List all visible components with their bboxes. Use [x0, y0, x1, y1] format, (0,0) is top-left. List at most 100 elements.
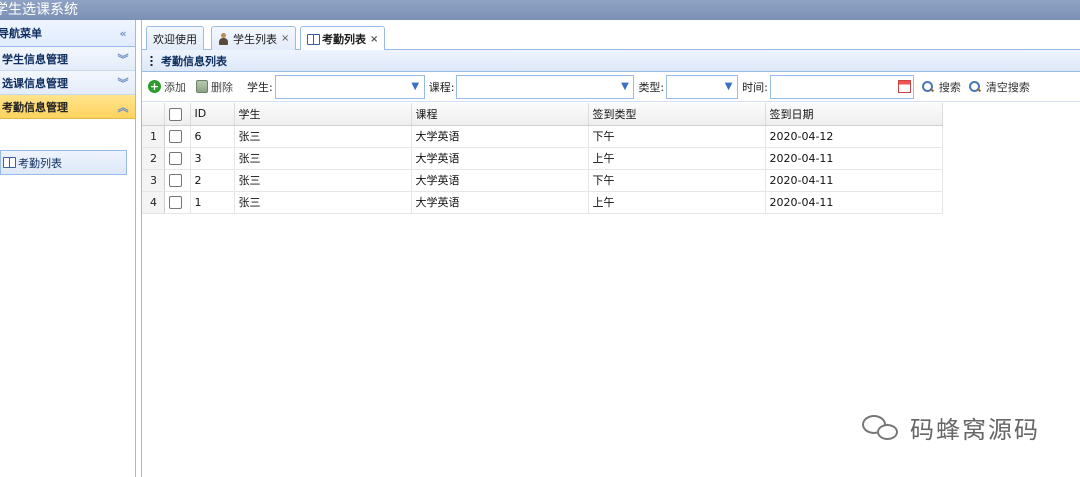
cell-student: 张三 — [234, 125, 412, 148]
row-checkbox[interactable] — [168, 195, 182, 209]
app-title-bar: 学生选课系统 — [0, 0, 1080, 20]
tab-student-list[interactable]: 学生列表 × — [211, 26, 297, 50]
column-header-course[interactable]: 课程 — [411, 103, 589, 126]
tab-attendance-list[interactable]: 考勤列表 × — [300, 26, 386, 51]
sidebar-section-course-selection[interactable]: 选课信息管理 ︾ — [0, 71, 135, 95]
vertical-dots-icon — [150, 55, 153, 66]
select-all-checkbox[interactable] — [168, 107, 182, 121]
delete-button-label: 删除 — [211, 80, 233, 94]
course-filter-label: 课程: — [428, 80, 455, 94]
table-row[interactable]: 2 3 张三 大学英语 上午 2020-04-11 — [142, 147, 943, 170]
column-header-student[interactable]: 学生 — [234, 103, 412, 126]
sidebar-section-label: 学生信息管理 — [2, 52, 68, 66]
watermark: 码蜂窝源码 — [862, 410, 1040, 445]
cell-student: 张三 — [234, 169, 412, 192]
row-checkbox-cell — [164, 169, 191, 192]
main-area: 欢迎使用 学生列表 × 考勤列表 × 考勤信息列表 + 添加 删除 学生: ▼ … — [141, 20, 1080, 477]
chevron-down-icon[interactable]: ▼ — [407, 76, 424, 98]
wechat-icon — [862, 413, 902, 443]
cell-course: 大学英语 — [411, 147, 589, 170]
close-icon[interactable]: × — [370, 34, 378, 45]
cell-student: 张三 — [234, 191, 412, 214]
student-filter-label: 学生: — [247, 80, 273, 94]
calendar-icon[interactable] — [897, 79, 911, 93]
double-chevron-down-icon: ︾ — [117, 52, 129, 66]
chevron-down-icon[interactable]: ▼ — [616, 76, 633, 98]
watermark-text: 码蜂窝源码 — [910, 416, 1040, 444]
row-checkbox[interactable] — [168, 173, 182, 187]
column-header-date[interactable]: 签到日期 — [765, 103, 943, 126]
attendance-table: ID 学生 课程 签到类型 签到日期 1 6 张三 大学英语 下午 2020-0… — [142, 103, 943, 214]
row-number: 1 — [142, 125, 165, 148]
cell-id: 2 — [190, 169, 235, 192]
student-select[interactable]: ▼ — [274, 74, 425, 99]
column-header-type[interactable]: 签到类型 — [588, 103, 766, 126]
table-row[interactable]: 1 6 张三 大学英语 下午 2020-04-12 — [142, 125, 943, 148]
row-checkbox[interactable] — [168, 129, 182, 143]
cell-date: 2020-04-11 — [765, 191, 943, 214]
row-number: 2 — [142, 147, 165, 170]
add-button-label: 添加 — [164, 80, 186, 94]
sidebar-header-label: 导航菜单 — [0, 27, 42, 40]
time-filter-label: 时间: — [742, 80, 768, 94]
course-select[interactable]: ▼ — [456, 74, 635, 99]
cell-date: 2020-04-11 — [765, 169, 943, 192]
double-chevron-up-icon: ︽ — [117, 100, 129, 114]
student-icon — [218, 32, 229, 45]
delete-button[interactable]: 删除 — [196, 79, 233, 95]
sidebar-header: 导航菜单 « — [0, 20, 135, 47]
panel-title: 考勤信息列表 — [161, 54, 227, 68]
chevron-down-icon[interactable]: ▼ — [720, 76, 737, 98]
cell-course: 大学英语 — [411, 125, 589, 148]
cell-id: 6 — [190, 125, 235, 148]
add-icon: + — [148, 80, 161, 93]
cell-type: 上午 — [588, 191, 766, 214]
clear-search-button[interactable]: 清空搜索 — [968, 79, 1030, 95]
cell-id: 1 — [190, 191, 235, 214]
sidebar-item-label: 考勤列表 — [18, 156, 62, 170]
search-button[interactable]: 搜索 — [921, 79, 961, 95]
cell-student: 张三 — [234, 147, 412, 170]
book-icon — [3, 157, 16, 168]
row-number-header — [142, 103, 165, 126]
delete-icon — [196, 80, 208, 93]
row-checkbox-cell — [164, 125, 191, 148]
panel-title-bar: 考勤信息列表 — [142, 50, 1080, 72]
toolbar: + 添加 删除 学生: ▼ 课程: ▼ 类型: ▼ 时间: 搜索 清空搜索 — [142, 72, 1080, 102]
search-button-label: 搜索 — [938, 80, 961, 94]
search-icon — [968, 80, 981, 93]
time-date-input[interactable] — [769, 74, 914, 99]
sidebar-section-attendance[interactable]: 考勤信息管理 ︽ — [0, 95, 135, 119]
sidebar-item-attendance-list[interactable]: 考勤列表 — [0, 150, 127, 175]
double-chevron-down-icon: ︾ — [117, 76, 129, 90]
row-number: 4 — [142, 191, 165, 214]
sidebar-section-student[interactable]: 学生信息管理 ︾ — [0, 47, 135, 71]
add-button[interactable]: + 添加 — [148, 79, 186, 95]
cell-course: 大学英语 — [411, 169, 589, 192]
cell-type: 上午 — [588, 147, 766, 170]
cell-course: 大学英语 — [411, 191, 589, 214]
sidebar: 导航菜单 « 学生信息管理 ︾ 选课信息管理 ︾ 考勤信息管理 ︽ 考勤列表 — [0, 20, 136, 477]
table-row[interactable]: 4 1 张三 大学英语 上午 2020-04-11 — [142, 191, 943, 214]
clear-search-button-label: 清空搜索 — [985, 80, 1030, 94]
type-filter-label: 类型: — [638, 80, 665, 94]
app-title: 学生选课系统 — [0, 2, 78, 18]
table-row[interactable]: 3 2 张三 大学英语 下午 2020-04-11 — [142, 169, 943, 192]
table-header-row: ID 学生 课程 签到类型 签到日期 — [142, 103, 943, 126]
sidebar-section-label: 选课信息管理 — [2, 76, 68, 90]
row-checkbox[interactable] — [168, 151, 182, 165]
close-icon[interactable]: × — [281, 33, 289, 44]
tab-bar: 欢迎使用 学生列表 × 考勤列表 × — [142, 24, 1080, 51]
search-icon — [921, 80, 934, 93]
select-all-cell — [164, 103, 191, 126]
book-icon — [307, 33, 320, 45]
type-select[interactable]: ▼ — [666, 74, 739, 99]
tab-welcome[interactable]: 欢迎使用 — [146, 26, 204, 50]
cell-type: 下午 — [588, 125, 766, 148]
cell-date: 2020-04-12 — [765, 125, 943, 148]
sidebar-section-label: 考勤信息管理 — [2, 100, 68, 114]
tab-label: 欢迎使用 — [153, 32, 197, 46]
tab-label: 学生列表 — [233, 32, 277, 46]
column-header-id[interactable]: ID — [190, 103, 235, 126]
collapse-sidebar-icon[interactable]: « — [117, 27, 129, 40]
